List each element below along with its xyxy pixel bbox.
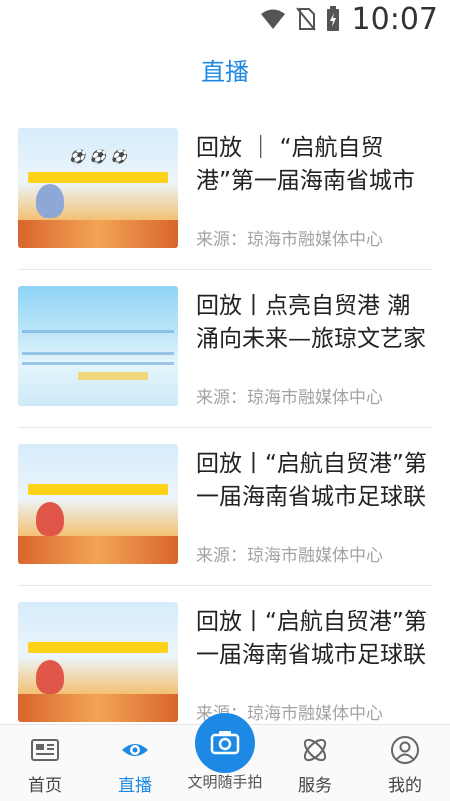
camera-label: 文明随手拍 — [187, 773, 263, 791]
news-list: ⚽ ⚽ ⚽ 回放 ｜ “启航自贸港”第一届海南省城市足球联赛 来源：琼海市融媒体… — [18, 112, 432, 744]
thumbnail-ground — [18, 694, 178, 722]
news-source: 来源：琼海市融媒体中心 — [196, 546, 383, 566]
news-thumbnail — [18, 602, 178, 722]
nav-label: 我的 — [388, 776, 422, 796]
newspaper-icon — [31, 739, 59, 761]
status-bar: 10:07 — [0, 0, 450, 44]
thumbnail-graphic: ⚽ ⚽ ⚽ — [69, 150, 127, 165]
nav-label: 服务 — [298, 776, 332, 796]
nav-label: 首页 — [28, 776, 62, 796]
nav-item-home[interactable]: 首页 — [0, 725, 90, 801]
thumbnail-ground — [18, 220, 178, 248]
thumbnail-line — [22, 352, 174, 355]
status-time: 10:07 — [351, 2, 438, 37]
wifi-icon — [261, 9, 285, 29]
news-item[interactable]: 回放丨“启航自贸港”第一届海南省城市足球联赛 来源：琼海市融媒体中心 — [18, 428, 432, 586]
profile-icon — [391, 736, 419, 764]
orbit-icon — [303, 738, 327, 762]
news-item[interactable]: ⚽ ⚽ ⚽ 回放 ｜ “启航自贸港”第一届海南省城市足球联赛 来源：琼海市融媒体… — [18, 112, 432, 270]
thumbnail-banner — [28, 484, 168, 495]
news-source: 来源：琼海市融媒体中心 — [196, 230, 383, 250]
eye-icon — [122, 744, 148, 756]
news-title: 回放丨“启航自贸港”第一届海南省城市足球联赛 — [196, 451, 427, 510]
camera-icon — [210, 731, 240, 755]
nav-item-profile[interactable]: 我的 — [360, 725, 450, 801]
nav-item-services[interactable]: 服务 — [270, 725, 360, 801]
thumbnail-line — [22, 362, 174, 365]
thumbnail-line — [78, 372, 148, 380]
mascot-graphic — [36, 502, 64, 536]
battery-charging-icon — [327, 6, 339, 31]
thumbnail-banner — [28, 172, 168, 183]
camera-button[interactable] — [195, 713, 255, 773]
page-title: 直播 — [201, 58, 249, 86]
thumbnail-banner — [28, 642, 168, 653]
status-icons — [260, 6, 340, 32]
mascot-graphic — [36, 660, 64, 694]
news-title: 回放丨“启航自贸港”第一届海南省城市足球联赛 — [196, 609, 427, 668]
nav-label: 直播 — [118, 776, 152, 796]
news-thumbnail — [18, 286, 178, 406]
no-sim-icon — [296, 7, 316, 31]
news-title: 回放 ｜ “启航自贸港”第一届海南省城市足球联赛 — [196, 135, 415, 194]
nav-item-live[interactable]: 直播 — [90, 725, 180, 801]
thumbnail-line — [22, 330, 174, 333]
news-thumbnail — [18, 444, 178, 564]
thumbnail-ground — [18, 536, 178, 564]
news-thumbnail: ⚽ ⚽ ⚽ — [18, 128, 178, 248]
mascot-graphic — [36, 184, 64, 218]
news-source: 来源：琼海市融媒体中心 — [196, 388, 383, 408]
news-item[interactable]: 回放丨点亮自贸港 潮涌向未来—旅琼文艺家走进红色娘子军纪念园慰问演出 来源：琼海… — [18, 270, 432, 428]
news-title: 回放丨点亮自贸港 潮涌向未来—旅琼文艺家走进红色娘子军纪念园慰问演出 — [196, 293, 426, 352]
